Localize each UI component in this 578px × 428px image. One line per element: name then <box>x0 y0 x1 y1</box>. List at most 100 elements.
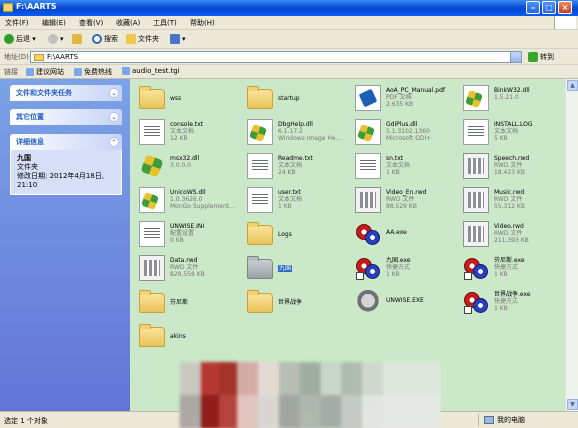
file-name[interactable]: Video_En.rwd <box>386 189 427 196</box>
search-button[interactable]: 搜索 <box>92 33 118 46</box>
vertical-scrollbar[interactable]: ▲ ▼ <box>565 79 578 411</box>
file-item[interactable]: wss <box>134 83 244 113</box>
tasks-panel-header[interactable]: 文件和文件夹任务 ⌄ <box>10 85 122 101</box>
menu-favorites[interactable]: 收藏(A) <box>116 18 140 28</box>
file-item[interactable]: 芬尼斯.exe 快捷方式 1 KB <box>458 253 568 283</box>
file-item[interactable]: Speech.rwd RWD 文件 18,423 KB <box>458 151 568 181</box>
file-name[interactable]: AA.exe <box>386 229 407 236</box>
file-size: 1 KB <box>494 305 508 312</box>
file-item[interactable]: Logs <box>242 219 352 249</box>
blurred-overlay <box>180 395 440 428</box>
file-item[interactable]: 九国 <box>242 253 352 283</box>
file-item[interactable]: AA.exe <box>350 219 460 249</box>
close-button[interactable]: × <box>558 1 572 14</box>
file-name[interactable]: Logs <box>278 231 292 238</box>
details-header[interactable]: 详细信息 ⌃ <box>10 134 122 150</box>
file-name[interactable]: 芬尼斯 <box>170 299 188 306</box>
scroll-down-icon[interactable]: ▼ <box>567 399 578 410</box>
file-item[interactable]: akins <box>134 321 244 351</box>
folders-button[interactable]: 文件夹 <box>126 33 159 46</box>
file-item[interactable]: console.txt 文本文档 12 KB <box>134 117 244 147</box>
file-item[interactable]: UNWISE.EXE <box>350 287 460 317</box>
file-item[interactable]: Video.rwd RWD 文件 211,393 KB <box>458 219 568 249</box>
file-item[interactable]: INSTALL.LOG 文本文档 5 KB <box>458 117 568 147</box>
file-type: 快捷方式 <box>494 264 519 271</box>
go-button[interactable]: 转到 <box>528 51 554 63</box>
file-name[interactable]: UNWISE.INI <box>170 223 204 230</box>
shortcut-icon <box>463 289 489 315</box>
file-name[interactable]: Video.rwd <box>494 223 529 230</box>
chevron-up-icon[interactable]: ⌃ <box>109 137 119 147</box>
link-item[interactable]: 免费热线 <box>74 67 112 77</box>
menu-tools[interactable]: 工具(T) <box>153 18 177 28</box>
file-item[interactable]: msx32.dll 3.0.0.0 <box>134 151 244 181</box>
back-button[interactable]: 后退 ▾ <box>4 33 36 46</box>
pdf-file-icon <box>355 85 381 111</box>
file-name[interactable]: INSTALL.LOG <box>494 121 532 128</box>
file-type: 1.5.21.0 <box>494 94 519 101</box>
file-name[interactable]: Speech.rwd <box>494 155 529 162</box>
file-item[interactable]: Data.rwd RWD 文件 829,558 KB <box>134 253 244 283</box>
address-value[interactable]: F:\AARTS <box>47 53 78 61</box>
file-name[interactable]: 世界战争.exe <box>494 291 531 298</box>
chevron-down-icon[interactable] <box>510 52 521 62</box>
file-item[interactable]: sn.txt 文本文档 1 KB <box>350 151 460 181</box>
file-item[interactable]: DbgHelp.dll 6.1.17.2 Windows Image He... <box>242 117 352 147</box>
link-item[interactable]: 建议网站 <box>26 67 64 77</box>
file-type: RWD 文件 <box>386 196 415 203</box>
file-name[interactable]: Readme.txt <box>278 155 313 162</box>
file-item[interactable]: 世界战争 <box>242 287 352 317</box>
file-name[interactable]: UnicoWS.dll <box>170 189 235 196</box>
file-name[interactable]: 九国 <box>278 265 293 272</box>
up-button[interactable] <box>72 33 84 46</box>
file-name[interactable]: Music.rwd <box>494 189 525 196</box>
file-name[interactable]: wss <box>170 95 181 102</box>
link-item[interactable]: audio_test.tgi <box>122 67 180 75</box>
file-name[interactable]: msx32.dll <box>170 155 199 162</box>
menu-file[interactable]: 文件(F) <box>5 18 29 28</box>
views-icon <box>170 34 180 44</box>
views-button[interactable]: ▾ <box>170 33 186 46</box>
file-item[interactable]: BinkW32.dll 1.5.21.0 <box>458 83 568 113</box>
chevron-down-icon[interactable]: ⌄ <box>109 88 119 98</box>
title-bar[interactable]: F:\AARTS – □ × <box>0 0 578 16</box>
file-name[interactable]: 芬尼斯.exe <box>494 257 525 264</box>
file-item[interactable]: UNWISE.INI 配置设置 0 KB <box>134 219 244 249</box>
file-item[interactable]: Readme.txt 文本文档 24 KB <box>242 151 352 181</box>
scroll-up-icon[interactable]: ▲ <box>567 80 578 91</box>
maximize-button[interactable]: □ <box>542 1 556 14</box>
file-item[interactable]: Music.rwd RWD 文件 55,312 KB <box>458 185 568 215</box>
file-item[interactable]: AoA_PC_Manual.pdf PDF 文档 2,635 KB <box>350 83 460 113</box>
menu-help[interactable]: 帮助(H) <box>190 18 215 28</box>
file-size: 1 KB <box>386 271 400 278</box>
file-name[interactable]: user.txt <box>278 189 302 196</box>
chevron-down-icon[interactable]: ⌄ <box>109 112 119 122</box>
file-name[interactable]: UNWISE.EXE <box>386 297 424 304</box>
file-name[interactable]: akins <box>170 333 186 340</box>
file-name[interactable]: DbgHelp.dll <box>278 121 341 128</box>
file-name[interactable]: Data.rwd <box>170 257 205 264</box>
file-name[interactable]: startup <box>278 95 300 102</box>
file-name[interactable]: BinkW32.dll <box>494 87 530 94</box>
file-item[interactable]: startup <box>242 83 352 113</box>
folder-icon <box>139 86 165 109</box>
file-item[interactable]: 九国.exe 快捷方式 1 KB <box>350 253 460 283</box>
file-name[interactable]: console.txt <box>170 121 203 128</box>
menu-view[interactable]: 查看(V) <box>79 18 103 28</box>
file-item[interactable]: Video_En.rwd RWD 文件 88,529 KB <box>350 185 460 215</box>
file-name[interactable]: GdiPlus.dll <box>386 121 431 128</box>
menu-edit[interactable]: 编辑(E) <box>42 18 66 28</box>
other-places-header[interactable]: 其它位置 ⌄ <box>10 109 122 125</box>
forward-button[interactable]: ▾ <box>48 33 64 46</box>
file-name[interactable]: 九国.exe <box>386 257 411 264</box>
file-item[interactable]: GdiPlus.dll 5.1.3102.1360 Microsoft GDI+ <box>350 117 460 147</box>
file-name[interactable]: AoA_PC_Manual.pdf <box>386 87 445 94</box>
minimize-button[interactable]: – <box>526 1 540 14</box>
file-item[interactable]: UnicoWS.dll 1.0.3626.0 MonGo Supplement... <box>134 185 244 215</box>
file-item[interactable]: 世界战争.exe 快捷方式 1 KB <box>458 287 568 317</box>
file-item[interactable]: 芬尼斯 <box>134 287 244 317</box>
file-name[interactable]: 世界战争 <box>278 299 302 306</box>
file-name[interactable]: sn.txt <box>386 155 410 162</box>
file-item[interactable]: user.txt 文本文档 1 KB <box>242 185 352 215</box>
address-input[interactable]: F:\AARTS <box>30 51 522 63</box>
